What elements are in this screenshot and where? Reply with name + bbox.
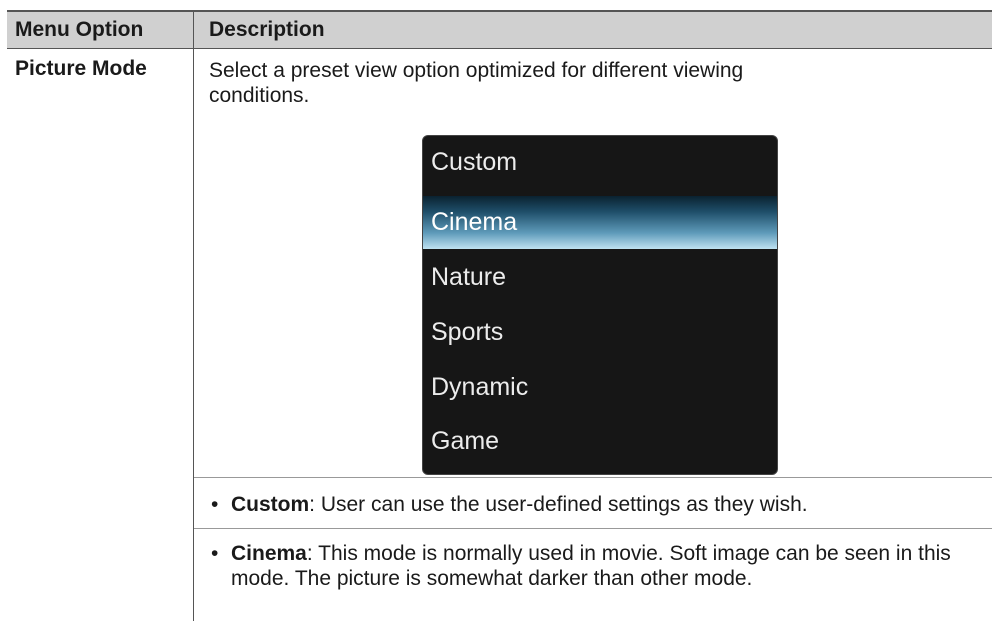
picture-mode-menu: Custom Cinema Nature Sports Dynamic Game [422,135,778,475]
bullet-term: Cinema [231,542,307,565]
bullet-text: : This mode is normally used in movie. S… [231,542,951,590]
bullet-text: : User can use the user-defined settings… [309,493,808,516]
header-menu-option: Menu Option [15,18,144,41]
row-separator [194,477,992,478]
menu-options-table: Menu Option Description Picture Mode Sel… [7,10,992,621]
table-header-row: Menu Option Description [7,10,992,48]
bullet-dot: • [211,493,219,516]
header-description: Description [209,18,325,41]
bullet-term: Custom [231,493,310,516]
menu-item-custom[interactable]: Custom [423,136,777,189]
menu-item-game[interactable]: Game [423,415,777,468]
option-description: Select a preset view option optimized fo… [209,59,744,107]
bullet-dot: • [211,542,219,565]
option-name-picture-mode: Picture Mode [15,57,147,80]
header-divider [7,48,992,49]
row-separator [194,528,992,529]
menu-item-dynamic[interactable]: Dynamic [423,361,777,414]
menu-item-sports[interactable]: Sports [423,306,777,359]
menu-item-cinema[interactable]: Cinema [423,196,777,249]
menu-item-nature[interactable]: Nature [423,251,777,304]
column-divider [193,10,194,621]
